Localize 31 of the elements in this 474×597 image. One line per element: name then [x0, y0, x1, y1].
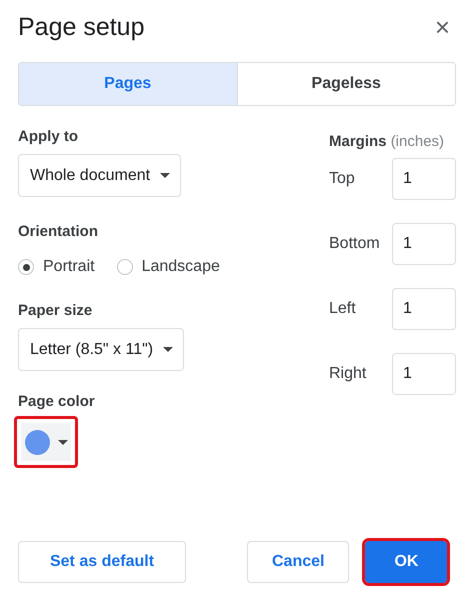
close-button[interactable]: × [428, 14, 456, 40]
dialog-title: Page setup [18, 12, 144, 42]
margin-input[interactable]: 1 [392, 353, 456, 395]
ok-button[interactable]: OK [365, 541, 448, 583]
paper-size-dropdown[interactable]: Letter (8.5" x 11") [18, 328, 184, 371]
field-label: Orientation [18, 223, 98, 240]
color-picker-button[interactable] [14, 416, 78, 468]
margin-label: Right [329, 365, 366, 383]
margin-input[interactable]: 1 [392, 223, 456, 265]
margin-label: Top [329, 170, 355, 188]
margin-input[interactable]: 1 [392, 288, 456, 330]
margins-heading: Margins (inches) [329, 133, 446, 150]
radio-option[interactable]: Landscape [116, 258, 220, 276]
apply-to-dropdown[interactable]: Whole document [18, 154, 182, 197]
tab[interactable]: Pages [19, 63, 238, 105]
field-label: Apply to [18, 128, 78, 145]
radio-button[interactable] [18, 259, 34, 275]
radio-label: Portrait [43, 258, 95, 276]
dialog-button[interactable]: Cancel [247, 541, 350, 583]
margin-label: Left [329, 300, 356, 318]
dialog-button[interactable]: Set as default [18, 541, 186, 583]
radio-option[interactable]: Portrait [18, 258, 95, 276]
margin-input[interactable]: 1 [392, 158, 456, 200]
caret-icon [160, 173, 170, 178]
caret-icon [58, 440, 68, 444]
radio-button[interactable] [116, 259, 133, 275]
field-label: Page color [18, 393, 95, 410]
caret-icon [163, 347, 174, 352]
field-label: Paper size [18, 302, 92, 319]
radio-label: Landscape [142, 258, 220, 276]
margin-label: Bottom [329, 235, 380, 253]
